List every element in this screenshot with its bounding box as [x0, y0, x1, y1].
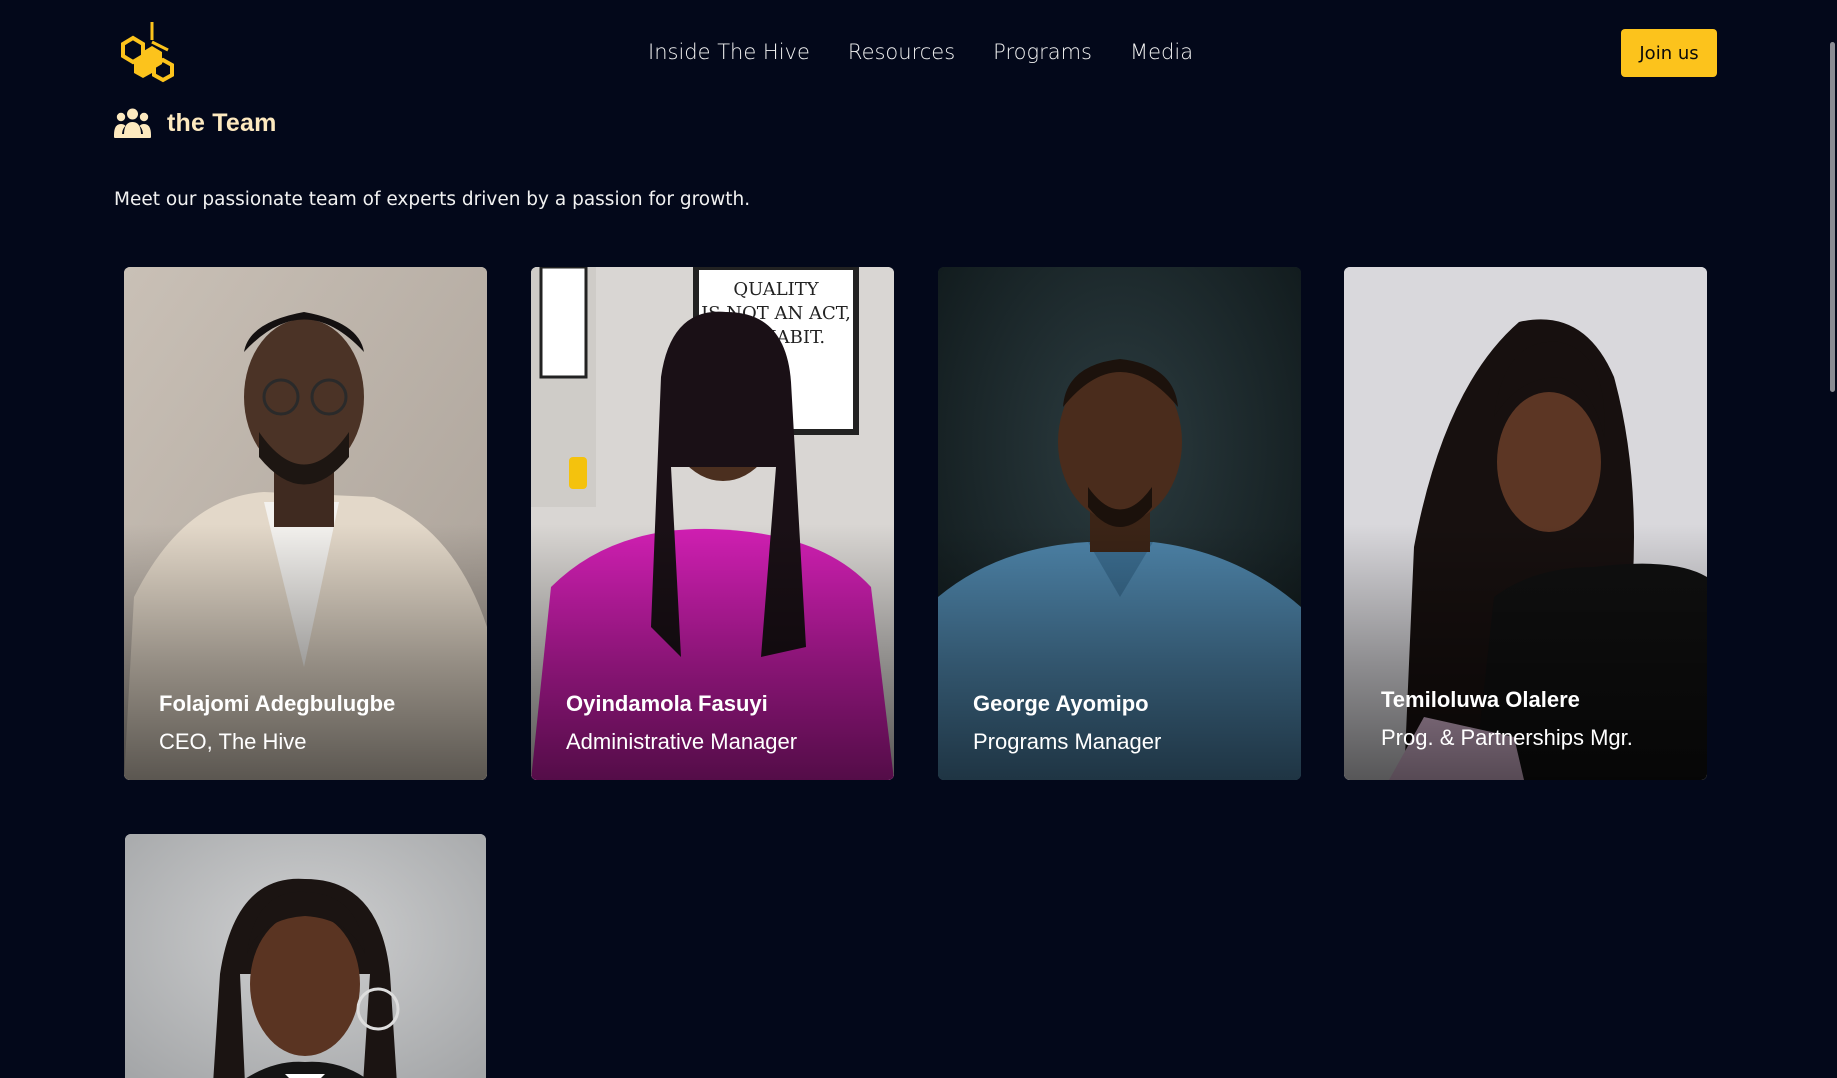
team-card[interactable]: [125, 834, 486, 1078]
team-card[interactable]: QUALITY IS NOT AN ACT, HABIT. Oyindamola…: [531, 267, 894, 780]
member-name: Temiloluwa Olalere: [1381, 687, 1580, 712]
team-card[interactable]: George Ayomipo Programs Manager: [938, 267, 1301, 780]
join-us-button[interactable]: Join us: [1621, 29, 1717, 77]
nav-resources[interactable]: Resources: [848, 40, 955, 64]
nav-inside-the-hive[interactable]: Inside The Hive: [648, 40, 810, 64]
team-card[interactable]: Temiloluwa Olalere Prog. & Partnerships …: [1344, 267, 1707, 780]
page: Inside The Hive Resources Programs Media…: [0, 0, 1837, 1078]
hive-logo[interactable]: [118, 20, 184, 86]
intro-text: Meet our passionate team of experts driv…: [114, 189, 751, 210]
member-role: Programs Manager: [973, 729, 1162, 754]
portrait-photo: [125, 834, 486, 1078]
section-title: the Team: [167, 108, 277, 137]
section-heading: the Team: [114, 108, 277, 138]
team-icon: [114, 108, 151, 138]
member-role: Prog. & Partnerships Mgr.: [1381, 725, 1633, 750]
member-role: CEO, The Hive: [159, 729, 307, 754]
member-name: Folajomi Adegbulugbe: [159, 691, 396, 716]
main-nav: Inside The Hive Resources Programs Media: [648, 40, 1193, 64]
member-name: George Ayomipo: [973, 691, 1149, 716]
scrollbar-thumb[interactable]: [1830, 42, 1835, 392]
member-name: Oyindamola Fasuyi: [566, 691, 768, 716]
nav-media[interactable]: Media: [1130, 40, 1193, 64]
nav-programs[interactable]: Programs: [993, 40, 1092, 64]
team-card[interactable]: Folajomi Adegbulugbe CEO, The Hive: [124, 267, 487, 780]
member-role: Administrative Manager: [566, 729, 798, 754]
poster-text-1: QUALITY: [733, 279, 819, 300]
page-scrollbar[interactable]: [1827, 0, 1837, 1078]
